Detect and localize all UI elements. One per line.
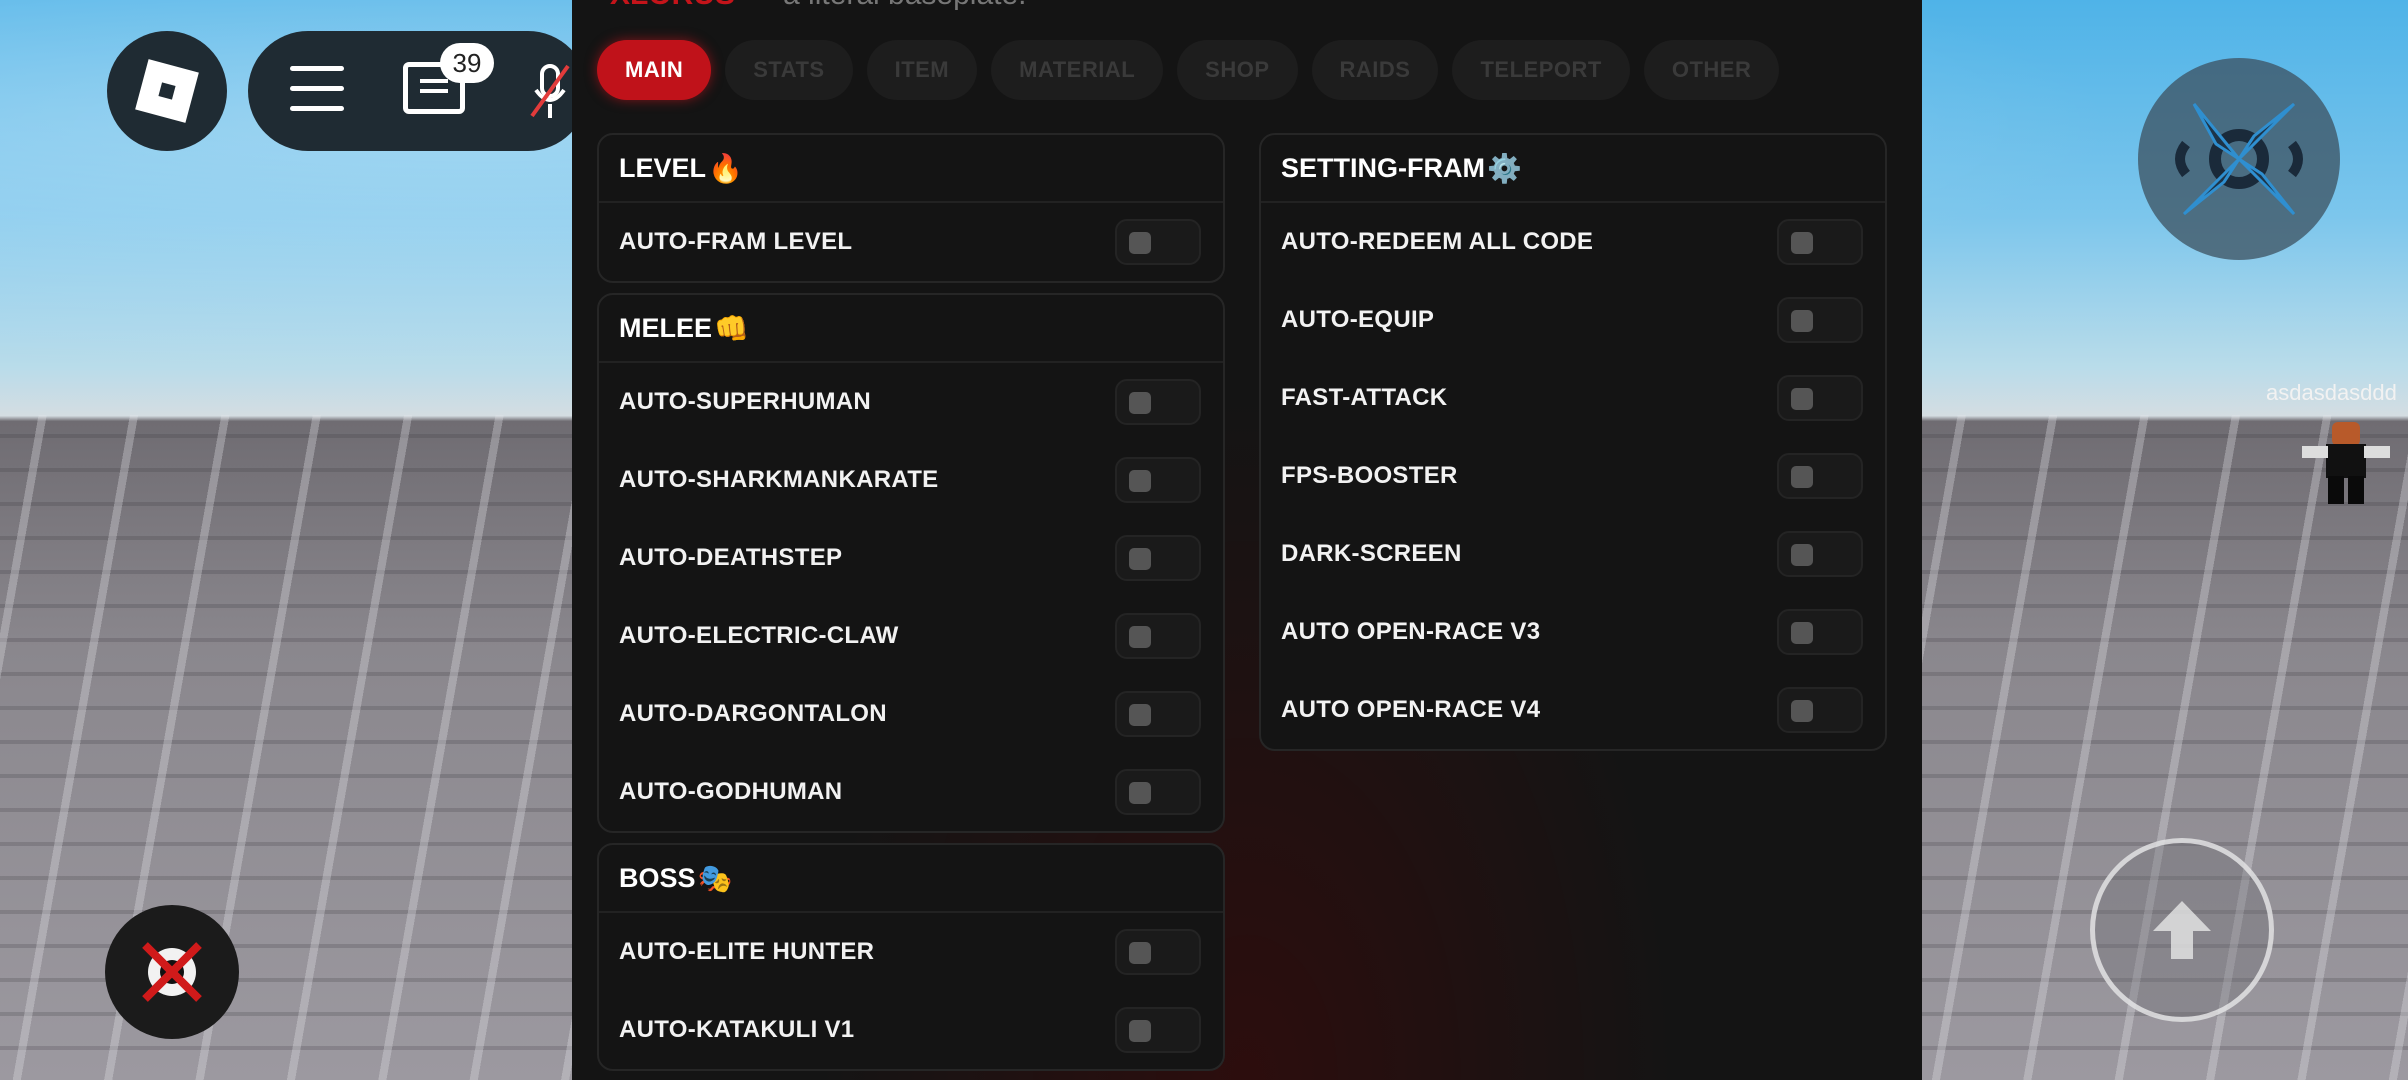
toggle-row[interactable]: AUTO-DEATHSTEP <box>599 519 1223 597</box>
tab-other[interactable]: OTHER <box>1643 40 1780 100</box>
section-title: SETTING-FRAM ⚙️ <box>1261 135 1885 203</box>
toggle-label: FPS-BOOSTER <box>1281 462 1458 489</box>
toggle-switch[interactable] <box>1115 379 1201 425</box>
roblox-logo-button[interactable] <box>107 31 227 151</box>
shuriken-icon <box>2175 102 2303 216</box>
toggle-switch[interactable] <box>1115 219 1201 265</box>
fire-icon: 🔥 <box>708 152 743 184</box>
toggle-label: AUTO-EQUIP <box>1281 306 1435 333</box>
jump-button[interactable] <box>2090 838 2274 1022</box>
tab-teleport[interactable]: TELEPORT <box>1452 40 1630 100</box>
toggle-switch[interactable] <box>1777 453 1863 499</box>
toggle-row[interactable]: AUTO-REDEEM ALL CODE <box>1261 203 1885 281</box>
toggle-row[interactable]: AUTO-SHARKMANKARATE <box>599 441 1223 519</box>
tab-main[interactable]: MAIN <box>597 40 712 100</box>
gear-icon: ⚙️ <box>1486 152 1522 184</box>
melee-section: MELEE 👊 AUTO-SUPERHUMAN AUTO-SHARKMANKARA… <box>597 293 1225 833</box>
fist-icon: 👊 <box>714 312 749 344</box>
toggle-switch[interactable] <box>1777 219 1863 265</box>
toggle-label: AUTO-FRAM LEVEL <box>619 228 853 255</box>
tab-raids[interactable]: RAIDS <box>1311 40 1439 100</box>
toggle-switch[interactable] <box>1777 531 1863 577</box>
toggle-row[interactable]: AUTO-FRAM LEVEL <box>599 203 1223 281</box>
toggle-row[interactable]: AUTO OPEN-RACE V3 <box>1261 593 1885 671</box>
toggle-row[interactable]: AUTO-KATAKULI V1 <box>599 991 1223 1069</box>
toggle-row[interactable]: AUTO-SUPERHUMAN <box>599 363 1223 441</box>
tab-shop[interactable]: SHOP <box>1177 40 1298 100</box>
toggle-label: DARK-SCREEN <box>1281 540 1462 567</box>
tab-item[interactable]: ITEM <box>866 40 978 100</box>
section-title: BOSS 🎭 <box>599 845 1223 913</box>
panel-subtitle: a literal baseplate. <box>783 0 1027 11</box>
panel-header: XLORUS a literal baseplate. <box>610 0 1027 12</box>
close-x-icon <box>142 942 202 1002</box>
toggle-label: AUTO-DEATHSTEP <box>619 544 843 571</box>
toggle-label: AUTO-ELITE HUNTER <box>619 938 875 965</box>
setting-section: SETTING-FRAM ⚙️ AUTO-REDEEM ALL CODE AUTO… <box>1259 133 1887 751</box>
toggle-label: AUTO-ELECTRIC-CLAW <box>619 622 899 649</box>
toggle-switch[interactable] <box>1777 375 1863 421</box>
toggle-label: AUTO-GODHUMAN <box>619 778 843 805</box>
toggle-switch[interactable] <box>1115 535 1201 581</box>
script-hub-panel: XLORUS a literal baseplate. MAIN STATS IT… <box>572 0 1922 1080</box>
toggle-row[interactable]: AUTO OPEN-RACE V4 <box>1261 671 1885 749</box>
toggle-switch[interactable] <box>1115 691 1201 737</box>
left-column: LEVEL 🔥 AUTO-FRAM LEVEL MELEE 👊 AUTO-SUPER… <box>597 133 1225 1080</box>
toggle-switch[interactable] <box>1777 297 1863 343</box>
toggle-label: AUTO-REDEEM ALL CODE <box>1281 228 1594 255</box>
toggle-label: AUTO-SUPERHUMAN <box>619 388 872 415</box>
toggle-label: AUTO-SHARKMANKARATE <box>619 466 939 493</box>
toggle-label: FAST-ATTACK <box>1281 384 1448 411</box>
toggle-row[interactable]: AUTO-ELECTRIC-CLAW <box>599 597 1223 675</box>
toggle-row[interactable]: AUTO-EQUIP <box>1261 281 1885 359</box>
right-column: SETTING-FRAM ⚙️ AUTO-REDEEM ALL CODE AUTO… <box>1259 133 1887 761</box>
melee-title: MELEE <box>619 312 713 343</box>
level-title: LEVEL <box>619 152 707 183</box>
toggle-label: AUTO-DARGONTALON <box>619 700 887 727</box>
section-title: LEVEL 🔥 <box>599 135 1223 203</box>
masks-icon: 🎭 <box>697 862 733 894</box>
toggle-row[interactable]: AUTO-GODHUMAN <box>599 753 1223 831</box>
toggle-label: AUTO OPEN-RACE V3 <box>1281 618 1541 645</box>
toggle-switch[interactable] <box>1115 1007 1201 1053</box>
tab-material[interactable]: MATERIAL <box>991 40 1164 100</box>
toggle-row[interactable]: AUTO-DARGONTALON <box>599 675 1223 753</box>
toggle-row[interactable]: AUTO-ELITE HUNTER <box>599 913 1223 991</box>
boss-title: BOSS <box>619 862 696 893</box>
chat-badge: 39 <box>440 43 494 83</box>
hamburger-menu-icon[interactable] <box>290 66 344 112</box>
player-nametag: asdasdasddd <box>2266 380 2397 405</box>
skill-button[interactable] <box>2138 58 2340 260</box>
tab-bar: MAIN STATS ITEM MATERIAL SHOP RAIDS TELE… <box>597 40 1780 100</box>
toggle-switch[interactable] <box>1115 457 1201 503</box>
toggle-switch[interactable] <box>1115 929 1201 975</box>
toggle-row[interactable]: DARK-SCREEN <box>1261 515 1885 593</box>
setting-title: SETTING-FRAM <box>1281 152 1485 183</box>
toggle-switch[interactable] <box>1777 609 1863 655</box>
toggle-row[interactable]: FPS-BOOSTER <box>1261 437 1885 515</box>
toggle-label: AUTO-KATAKULI V1 <box>619 1016 855 1043</box>
toggle-switch[interactable] <box>1115 613 1201 659</box>
player-avatar <box>2302 422 2390 504</box>
toggle-ui-button[interactable] <box>105 905 239 1039</box>
brand-title: XLORUS <box>610 0 735 11</box>
tab-stats[interactable]: STATS <box>725 40 853 100</box>
toggle-switch[interactable] <box>1115 769 1201 815</box>
toggle-label: AUTO OPEN-RACE V4 <box>1281 696 1541 723</box>
section-title: MELEE 👊 <box>599 295 1223 363</box>
microphone-muted-icon[interactable] <box>530 62 570 122</box>
roblox-logo-icon <box>135 59 199 123</box>
toggle-switch[interactable] <box>1777 687 1863 733</box>
level-section: LEVEL 🔥 AUTO-FRAM LEVEL <box>597 133 1225 283</box>
toggle-row[interactable]: FAST-ATTACK <box>1261 359 1885 437</box>
boss-section: BOSS 🎭 AUTO-ELITE HUNTER AUTO-KATAKULI V1 <box>597 843 1225 1071</box>
arrow-up-icon <box>2153 901 2211 959</box>
